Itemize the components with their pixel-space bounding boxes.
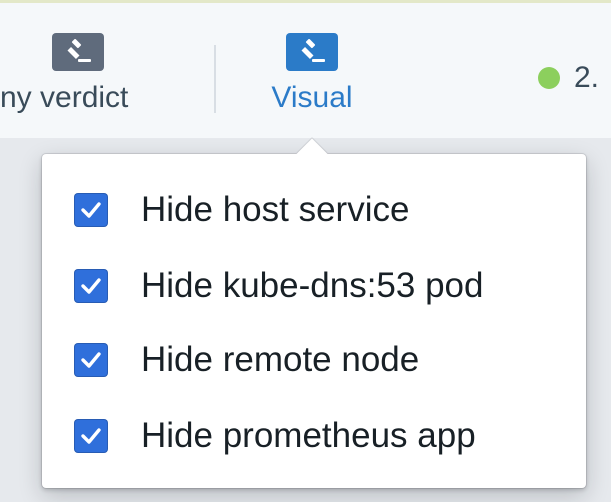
status-indicator: 2. [538, 61, 599, 95]
toolbar-divider [214, 45, 216, 113]
option-label: Hide remote node [141, 340, 420, 379]
any-verdict-filter-button[interactable]: ny verdict [0, 33, 160, 133]
option-label: Hide host service [141, 190, 410, 229]
option-hide-kube-dns-pod[interactable]: Hide kube-dns:53 pod [74, 266, 483, 306]
option-hide-prometheus-app[interactable]: Hide prometheus app [74, 416, 476, 456]
visual-filter-button[interactable]: Visual [264, 33, 360, 133]
checkmark-icon [81, 428, 101, 444]
toolbar: ny verdict Visual 2. [0, 0, 611, 138]
gavel-icon [52, 33, 104, 71]
option-hide-remote-node[interactable]: Hide remote node [74, 340, 419, 380]
option-label: Hide prometheus app [141, 416, 476, 455]
app-screen: ny verdict Visual 2. Hide host service H… [0, 0, 611, 502]
option-label: Hide kube-dns:53 pod [141, 266, 484, 305]
checkmark-icon [81, 352, 101, 368]
visual-label: Visual [271, 81, 353, 114]
checkbox-checked[interactable] [74, 419, 108, 453]
status-text: 2. [574, 61, 600, 94]
option-hide-host-service[interactable]: Hide host service [74, 190, 409, 230]
checkmark-icon [81, 278, 101, 294]
checkbox-checked[interactable] [74, 269, 108, 303]
popover-arrow [296, 138, 328, 170]
gavel-icon [286, 33, 338, 71]
checkbox-checked[interactable] [74, 193, 108, 227]
visual-options-popover: Hide host service Hide kube-dns:53 pod H… [42, 138, 586, 488]
checkbox-checked[interactable] [74, 343, 108, 377]
status-dot-icon [538, 67, 560, 89]
checkmark-icon [81, 202, 101, 218]
any-verdict-label: ny verdict [0, 81, 129, 114]
